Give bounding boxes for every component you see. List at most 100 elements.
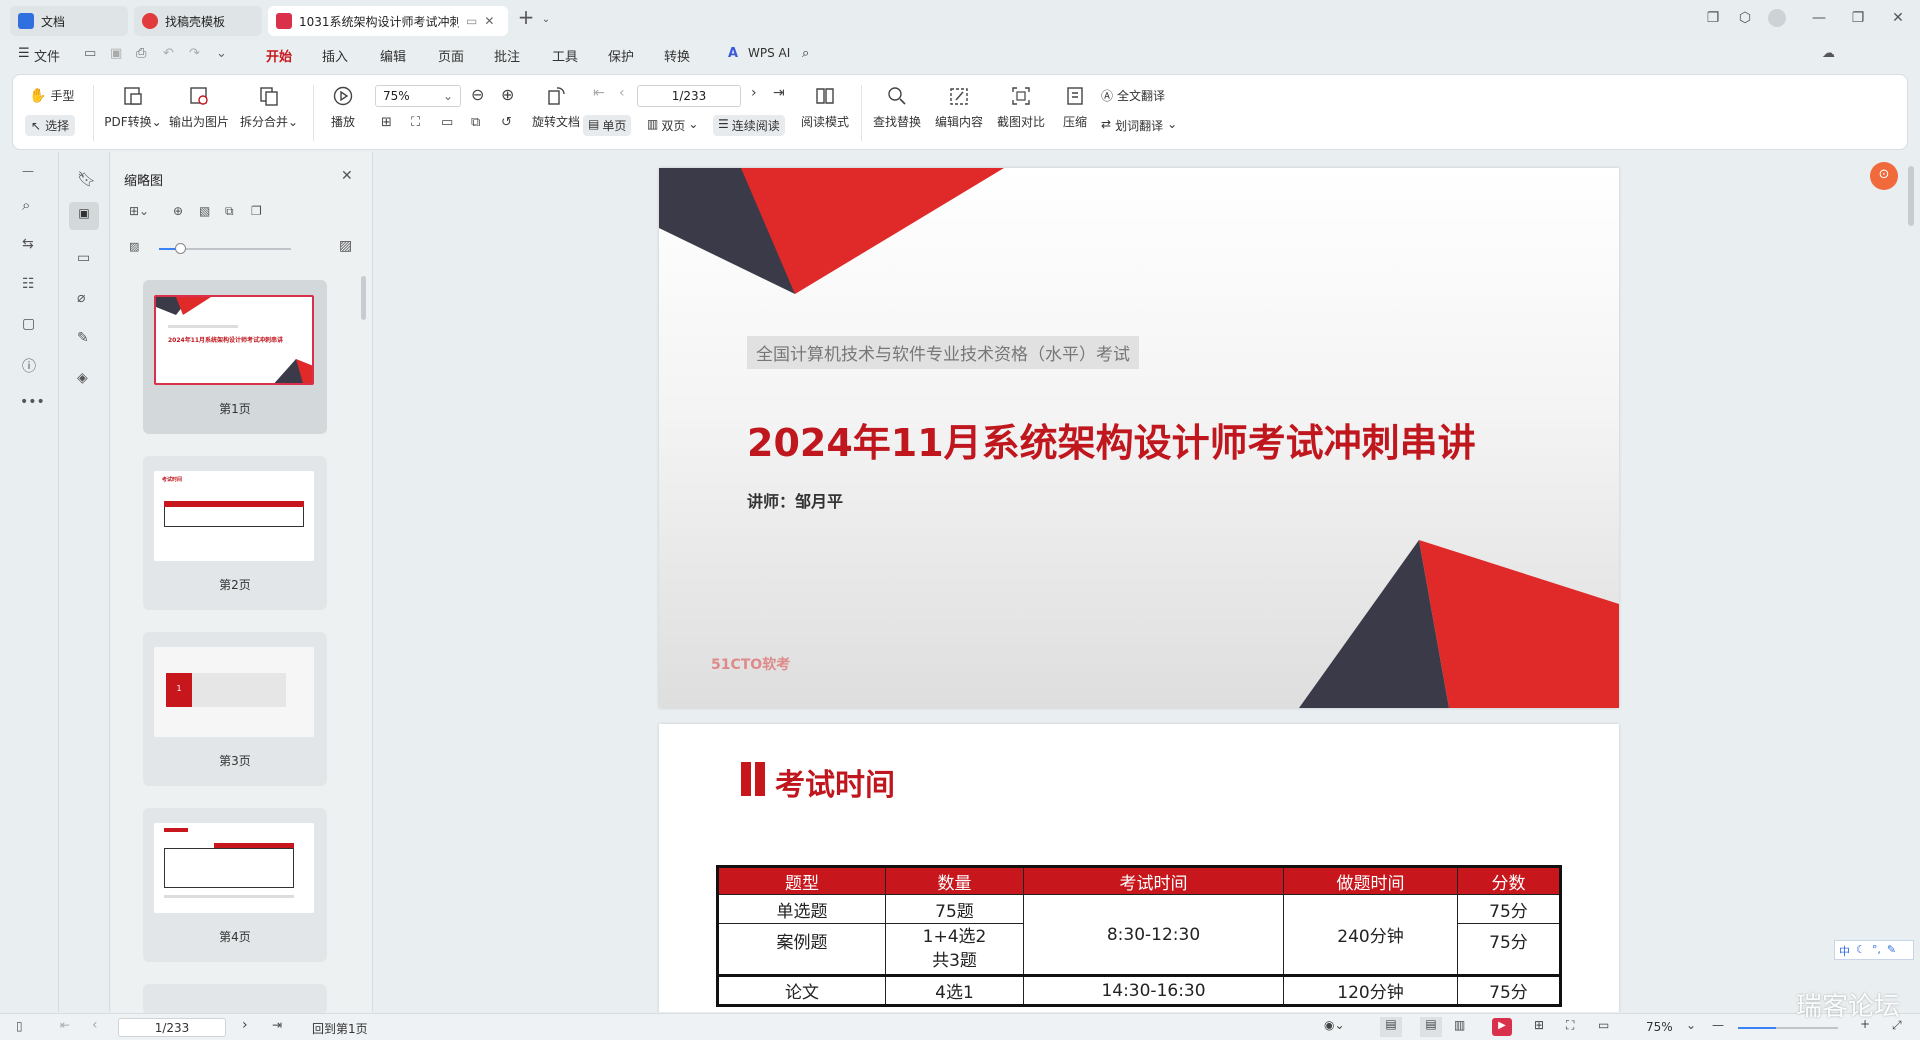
search-icon[interactable]: ⌕ [802,46,809,61]
page-input[interactable]: 1/233 [637,85,741,107]
thumbnail-icon[interactable]: ▣ [69,202,99,230]
sidebar-toggle-icon[interactable]: ▯ [16,1019,23,1033]
doc-scrollbar[interactable] [1908,166,1914,226]
close-tab-icon[interactable]: ✕ [484,14,494,28]
last-page-icon[interactable]: ⇥ [773,85,785,101]
thumbnail-page-3[interactable]: 1 第3页 [143,632,327,786]
continuous-read-button[interactable]: ☰ 连续阅读 [713,115,785,136]
read-icon[interactable]: ▢ [22,316,35,332]
close-panel-icon[interactable]: ✕ [341,168,353,184]
grid-view-icon[interactable]: ⊞⌄ [129,204,149,218]
menu-insert[interactable]: 插入 [322,46,348,65]
thumbnail-page-2[interactable]: 考试时间 第2页 [143,456,327,610]
help-icon[interactable]: ⓘ [22,356,36,376]
thumbnail-page-1[interactable]: 2024年11月系统架构设计师考试冲刺串讲 第1页 [143,280,327,434]
next-page-icon[interactable]: › [751,85,757,101]
window-icon[interactable]: ❐ [1703,10,1723,26]
play-button[interactable]: 播放 [323,85,363,130]
status-zoom[interactable]: 75% [1646,1020,1673,1034]
close-window-icon[interactable]: ✕ [1888,10,1908,26]
menu-start[interactable]: 开始 [266,46,292,65]
cube-icon[interactable]: ⬡ [1735,10,1755,26]
zoom-out-icon[interactable]: ⊖ [471,85,484,104]
hamburger-icon[interactable]: ☰ [18,46,30,61]
hand-tool[interactable]: ✋ 手型 [29,87,74,104]
zoom-dropdown-icon[interactable]: ⌄ [1686,1018,1696,1032]
avatar[interactable] [1768,9,1786,27]
thumb-size-slider[interactable] [159,243,291,254]
fit-width-icon[interactable]: ▭ [441,115,453,130]
tab-active-pdf[interactable]: 1031系统架构设计师考试冲刺 ▭ ✕ [268,6,508,36]
bookmark-icon[interactable]: 🔖︎ [77,170,96,188]
replace-page-icon[interactable]: ▧ [199,204,210,218]
tab-list-icon[interactable]: ⌄ [536,14,556,25]
thumbnail-page-5[interactable] [143,984,327,1014]
cloud-icon[interactable]: ☁ [1822,46,1835,61]
menu-page[interactable]: 页面 [438,46,464,65]
select-tool[interactable]: ↖ 选择 [25,115,76,136]
tab-docs[interactable]: 文档 [10,6,128,36]
export-image-button[interactable]: 输出为图片 [169,85,229,130]
prev-page-icon[interactable]: ‹ [92,1017,98,1033]
word-translate-button[interactable]: ⇄ 划词翻译 ⌄ [1101,117,1177,134]
split-merge-button[interactable]: 拆分合并⌄ [237,85,301,130]
settings-sliders-icon[interactable]: ☷ [22,276,35,292]
next-page-icon[interactable]: › [242,1017,248,1033]
wps-ai-icon[interactable]: A [728,46,738,61]
crop-icon[interactable]: ⧉ [471,115,480,130]
find-replace-button[interactable]: 查找替换 [869,85,925,130]
double-page-status-icon[interactable]: ▥ [1454,1018,1465,1032]
fit-width-status-icon[interactable]: ⊞ [1534,1018,1544,1032]
thumbnail-page-4[interactable]: 第4页 [143,808,327,962]
first-page-icon[interactable]: ⇤ [593,85,605,101]
zoom-out-status-icon[interactable]: — [1712,1018,1724,1032]
file-menu[interactable]: 文件 [34,46,60,65]
pdf-convert-button[interactable]: PDF转换⌄ [103,85,163,130]
play-status-icon[interactable]: ▶ [1492,1018,1512,1036]
menu-convert[interactable]: 转换 [664,46,690,65]
edit-content-button[interactable]: 编辑内容 [931,85,987,130]
menu-protect[interactable]: 保护 [608,46,634,65]
last-page-icon[interactable]: ⇥ [272,1018,282,1032]
rotate-left-icon[interactable]: ↺ [501,115,512,130]
signature-icon[interactable]: ✎ [77,330,89,346]
undo-icon[interactable]: ↶ [163,46,174,61]
zoom-in-icon[interactable]: ⊕ [501,85,514,104]
compress-button[interactable]: 压缩 [1055,85,1095,130]
restore-icon[interactable]: ❐ [1848,10,1868,26]
read-mode-button[interactable]: 阅读模式 [797,85,853,130]
single-page-button[interactable]: ▤ 单页 [583,115,632,136]
attachment-icon[interactable]: ⌀ [77,290,85,306]
tab-template[interactable]: 找稿壳模板 [134,6,262,36]
menu-annotate[interactable]: 批注 [494,46,520,65]
new-tab-icon[interactable]: + [516,5,536,29]
menu-edit[interactable]: 编辑 [380,46,406,65]
insert-page-icon[interactable]: ⊕ [173,204,183,218]
save-icon[interactable]: ▣ [110,46,122,61]
back-to-first-link[interactable]: 回到第1页 [312,1020,368,1037]
rotate-doc-button[interactable]: 旋转文档 [527,85,585,130]
wps-ai-button[interactable]: WPS AI [748,46,790,60]
layers-icon[interactable]: ◈ [77,370,88,386]
collapse-icon[interactable]: — [22,164,34,178]
print-icon[interactable]: ⎙ [136,46,146,61]
zoom-select[interactable]: 75% ⌄ [375,85,461,107]
zoom-slider[interactable] [1738,1027,1838,1029]
open-icon[interactable]: ▭ [84,46,96,61]
status-page-input[interactable]: 1/233 [118,1018,226,1037]
first-page-icon[interactable]: ⇤ [60,1018,70,1032]
menu-tools[interactable]: 工具 [552,46,578,65]
extract-page-icon[interactable]: ⧉ [225,204,234,219]
full-translate-button[interactable]: Ⓐ 全文翻译 [1101,87,1165,104]
comment-icon[interactable]: ▭ [77,250,90,266]
screenshot-compare-button[interactable]: 截图对比 [993,85,1049,130]
redo-icon[interactable]: ↷ [189,46,200,61]
fit-page-icon[interactable]: ⛶ [411,115,420,130]
slider-handle[interactable] [175,243,186,254]
prev-page-icon[interactable]: ‹ [619,85,625,101]
crop-status-icon[interactable]: ▭ [1598,1018,1609,1032]
fullscreen-status-icon[interactable]: ⛶ [1566,1018,1574,1033]
assistant-icon[interactable]: ⊙ [1870,162,1898,190]
minimize-icon[interactable]: — [1809,10,1829,26]
replace-icon[interactable]: ⇆ [22,236,34,252]
